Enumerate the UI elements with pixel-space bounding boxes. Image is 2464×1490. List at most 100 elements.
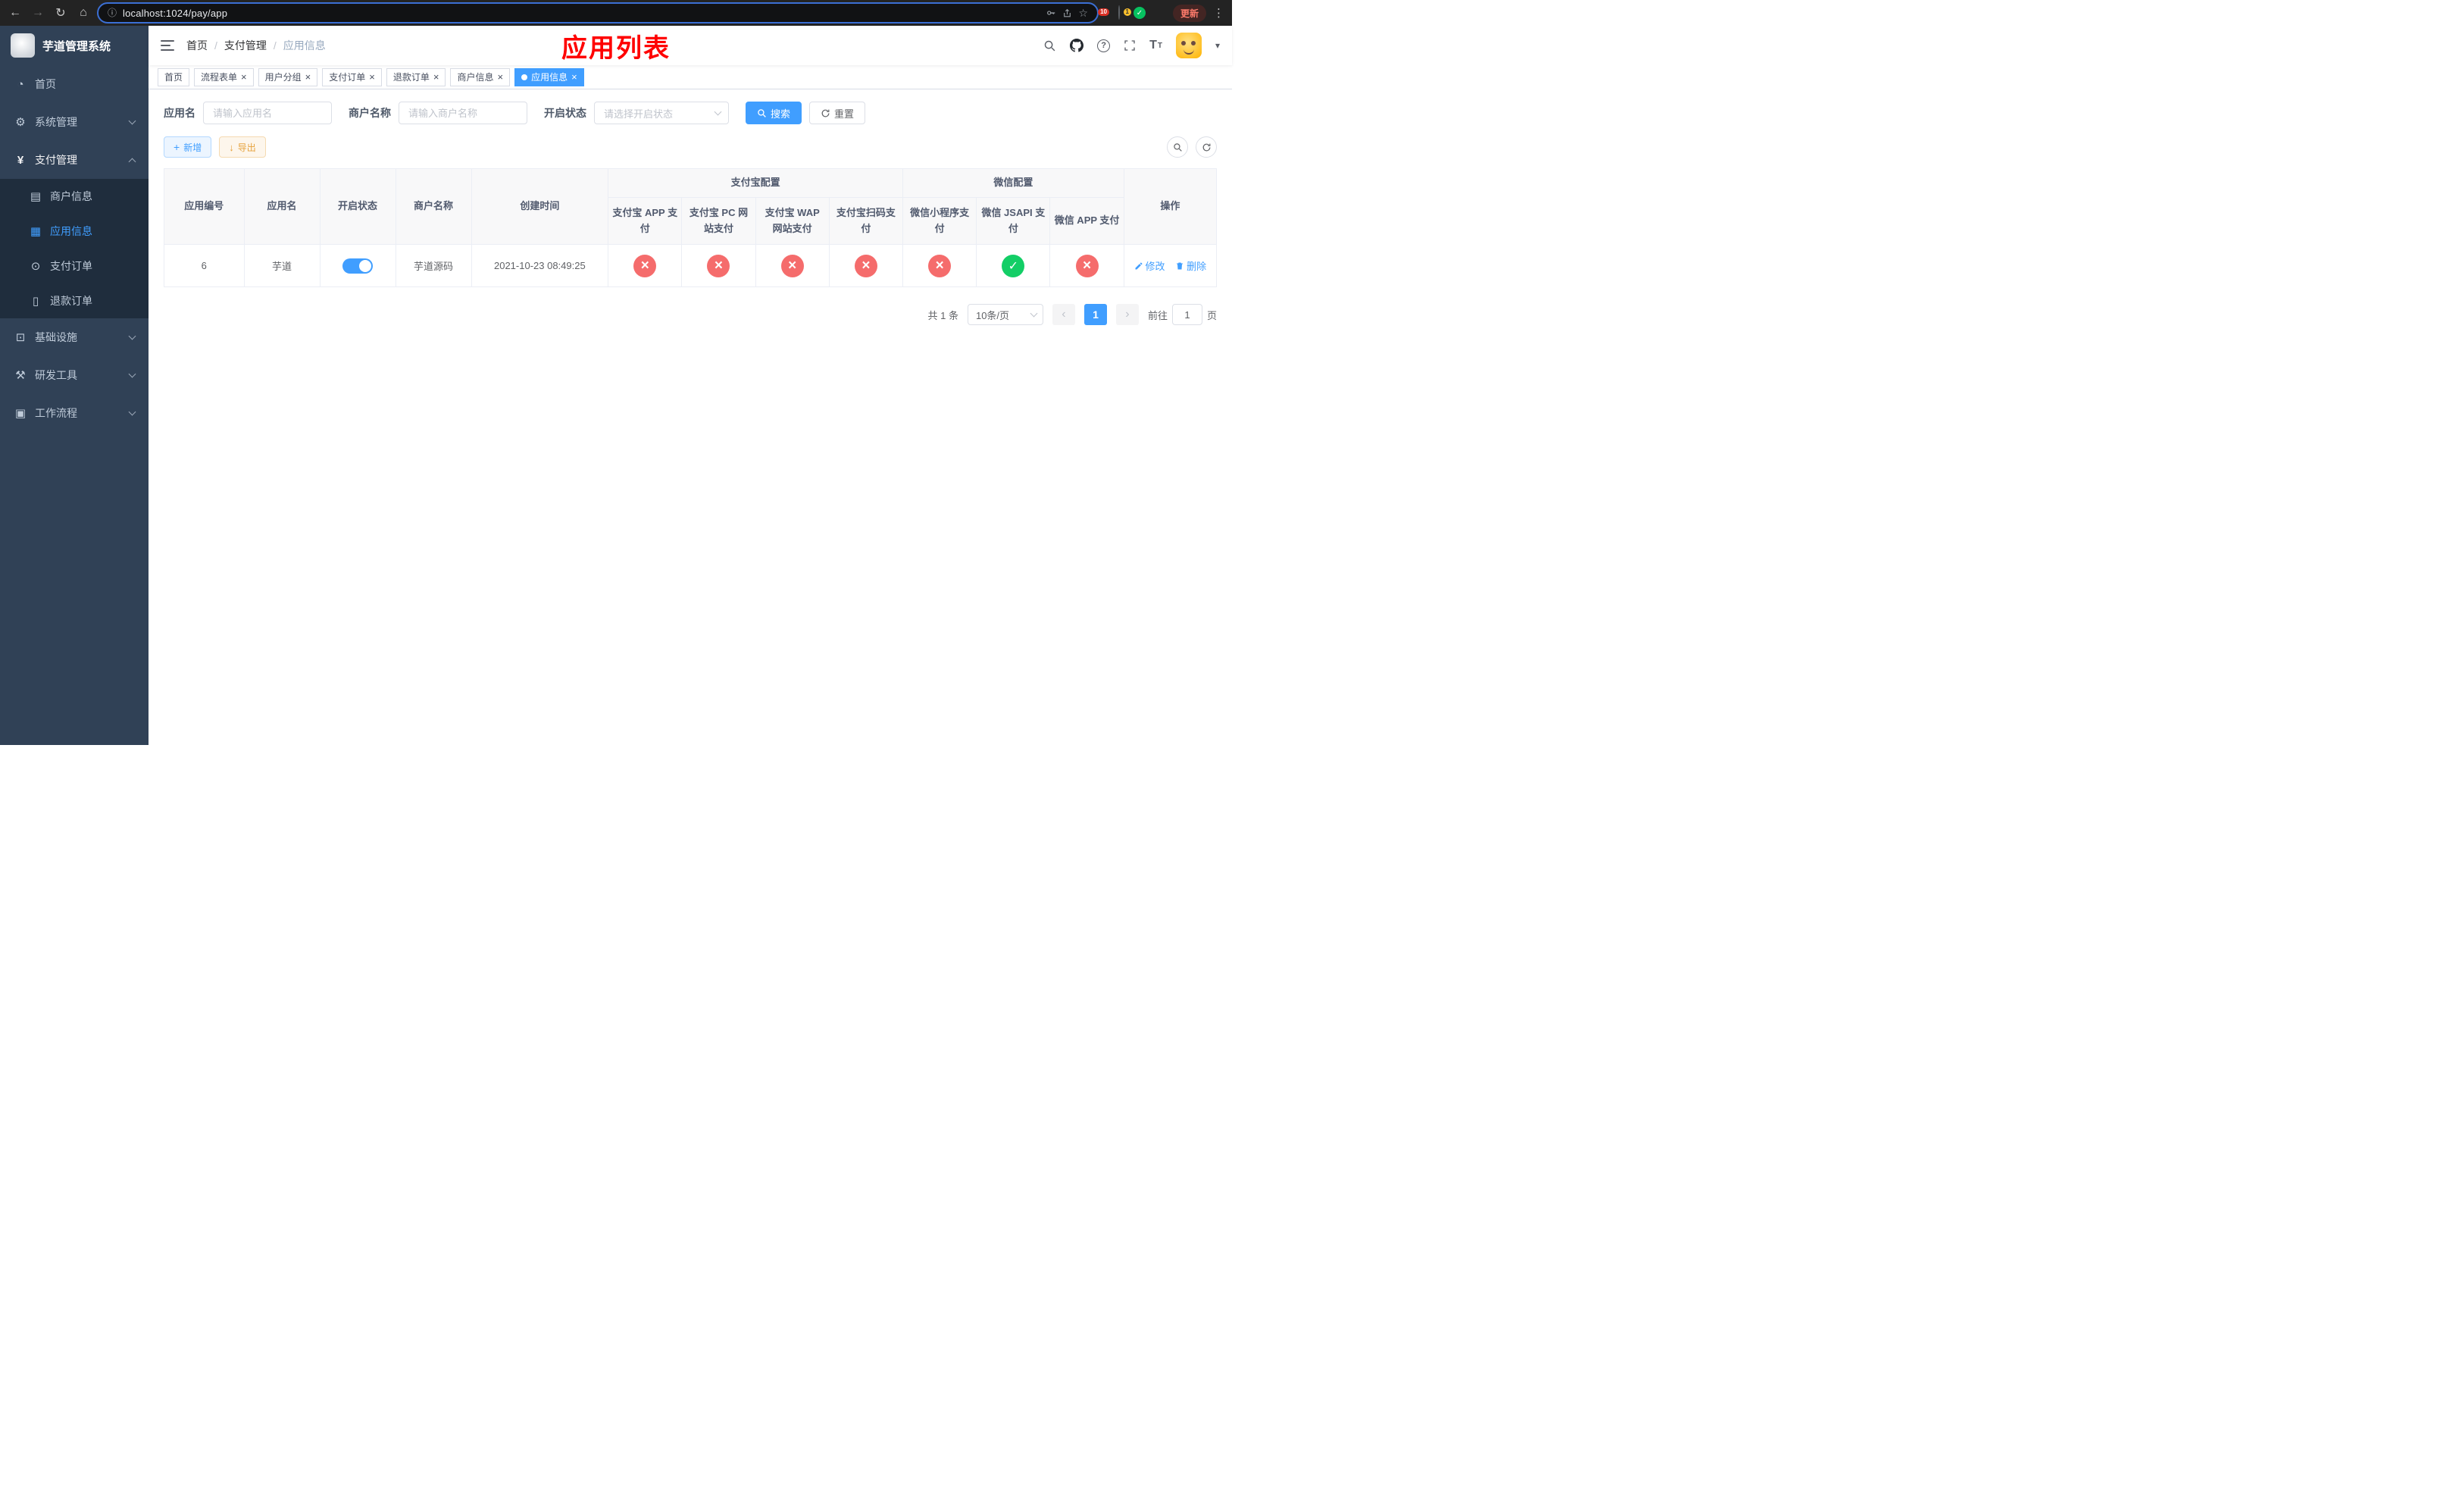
next-page-icon[interactable] bbox=[1115, 304, 1139, 325]
tab-merchant-info[interactable]: 商户信息 bbox=[450, 67, 511, 86]
sidebar-item-system[interactable]: 系统管理 bbox=[0, 103, 149, 141]
sidebar-item-label: 研发工具 bbox=[35, 369, 77, 381]
devtools-icon bbox=[14, 368, 27, 382]
alipay-pc-status-icon bbox=[707, 254, 730, 277]
close-icon[interactable] bbox=[571, 72, 577, 83]
tab-process-form[interactable]: 流程表单 bbox=[194, 67, 254, 86]
extension-check-icon[interactable] bbox=[1133, 7, 1146, 19]
tab-label: 流程表单 bbox=[201, 72, 238, 83]
tab-app-info[interactable]: 应用信息 bbox=[514, 67, 584, 86]
help-icon[interactable] bbox=[1097, 39, 1111, 52]
forward-icon[interactable] bbox=[30, 6, 45, 20]
close-icon[interactable] bbox=[241, 72, 247, 83]
sidebar-item-workflow[interactable]: 工作流程 bbox=[0, 394, 149, 432]
sidebar-item-label: 商户信息 bbox=[50, 190, 92, 202]
delete-button[interactable]: 删除 bbox=[1175, 258, 1206, 273]
search-button[interactable]: 搜索 bbox=[746, 102, 802, 124]
github-icon[interactable] bbox=[1070, 39, 1084, 52]
close-icon[interactable] bbox=[369, 72, 375, 83]
toggle-search-button[interactable] bbox=[1167, 136, 1188, 158]
chevron-down-icon bbox=[714, 108, 722, 116]
sidebar-subitem-app-info[interactable]: 应用信息 bbox=[0, 214, 149, 249]
status-select[interactable]: 请选择开启状态 bbox=[594, 102, 729, 124]
merchant-name-input[interactable] bbox=[399, 102, 527, 124]
avatar-caret-icon[interactable] bbox=[1215, 39, 1220, 52]
app-grid-icon bbox=[29, 224, 42, 238]
page-number[interactable]: 1 bbox=[1083, 304, 1107, 325]
star-icon[interactable] bbox=[1078, 7, 1088, 20]
browser-chrome: localhost:1024/pay/app 10 1 bbox=[0, 0, 1232, 26]
back-icon[interactable] bbox=[8, 6, 23, 20]
prev-page-icon[interactable] bbox=[1052, 304, 1075, 325]
page-size-select[interactable]: 10条/页 bbox=[967, 304, 1043, 325]
add-button[interactable]: 新增 bbox=[164, 136, 212, 158]
breadcrumb-current: 应用信息 bbox=[267, 38, 326, 53]
refresh-table-button[interactable] bbox=[1196, 136, 1217, 158]
table-toolbar: 新增 导出 bbox=[164, 136, 1217, 158]
tab-user-group[interactable]: 用户分组 bbox=[258, 67, 318, 86]
browser-update-button[interactable]: 更新 bbox=[1172, 4, 1206, 22]
close-icon[interactable] bbox=[305, 72, 311, 83]
refresh-icon bbox=[821, 109, 830, 117]
breadcrumb-payment[interactable]: 支付管理 bbox=[208, 38, 267, 53]
col-wechat-app: 微信 APP 支付 bbox=[1049, 197, 1124, 245]
sidebar-item-label: 系统管理 bbox=[35, 116, 77, 128]
sidebar-subitem-pay-order[interactable]: 支付订单 bbox=[0, 249, 149, 283]
goto-label: 前往 bbox=[1147, 309, 1168, 321]
tab-refund-order[interactable]: 退款订单 bbox=[386, 67, 446, 86]
home-icon[interactable] bbox=[76, 6, 91, 20]
top-navbar: 首页 支付管理 应用信息 bbox=[149, 26, 1232, 65]
chevron-down-icon bbox=[128, 408, 136, 416]
sidebar-subitem-merchant-info[interactable]: 商户信息 bbox=[0, 179, 149, 214]
avatar[interactable] bbox=[1175, 33, 1202, 58]
wechat-app-status-icon bbox=[1075, 254, 1099, 277]
browser-menu-icon[interactable] bbox=[1213, 6, 1224, 20]
col-alipay-wap: 支付宝 WAP 网站支付 bbox=[755, 197, 830, 245]
status-label: 开启状态 bbox=[544, 107, 586, 119]
tab-pay-order[interactable]: 支付订单 bbox=[322, 67, 382, 86]
search-icon[interactable] bbox=[1043, 39, 1056, 52]
export-button[interactable]: 导出 bbox=[219, 136, 266, 158]
address-bar[interactable]: localhost:1024/pay/app bbox=[97, 2, 1099, 23]
edit-button[interactable]: 修改 bbox=[1134, 258, 1165, 273]
reset-button[interactable]: 重置 bbox=[809, 102, 866, 124]
hamburger-icon[interactable] bbox=[161, 40, 174, 51]
tab-home[interactable]: 首页 bbox=[158, 67, 190, 86]
sidebar-item-payment[interactable]: 支付管理 bbox=[0, 141, 149, 179]
extension-badge: 1 bbox=[1123, 8, 1131, 16]
chevron-down-icon bbox=[128, 370, 136, 378]
sidebar-item-label: 应用信息 bbox=[50, 225, 92, 237]
fullscreen-icon[interactable] bbox=[1124, 39, 1136, 52]
sidebar-item-devtools[interactable]: 研发工具 bbox=[0, 356, 149, 394]
status-toggle[interactable] bbox=[342, 258, 374, 274]
search-button-label: 搜索 bbox=[771, 108, 791, 120]
share-icon[interactable] bbox=[1062, 8, 1072, 18]
refresh-icon bbox=[1202, 143, 1210, 151]
filter-form: 应用名 商户名称 开启状态 请选择开启状态 bbox=[164, 102, 1217, 124]
search-icon bbox=[1173, 142, 1182, 152]
tab-label: 应用信息 bbox=[531, 72, 568, 83]
col-app-name: 应用名 bbox=[243, 168, 321, 245]
sidebar-subitem-refund-order[interactable]: 退款订单 bbox=[0, 283, 149, 318]
gear-icon bbox=[14, 115, 27, 129]
sidebar-item-home[interactable]: 首页 bbox=[0, 65, 149, 103]
annotation-title: 应用列表 bbox=[561, 34, 671, 63]
sidebar-item-label: 基础设施 bbox=[35, 331, 77, 343]
page-info-icon[interactable] bbox=[108, 6, 117, 20]
key-icon[interactable] bbox=[1046, 8, 1056, 18]
app-name-input[interactable] bbox=[203, 102, 332, 124]
cell-created: 2021-10-23 08:49:25 bbox=[471, 244, 609, 287]
reload-icon[interactable] bbox=[53, 5, 68, 20]
delete-button-label: 删除 bbox=[1187, 261, 1207, 272]
cell-merchant: 芋道源码 bbox=[395, 244, 472, 287]
font-size-icon[interactable] bbox=[1149, 39, 1162, 52]
extension-dark-icon[interactable] bbox=[1118, 5, 1120, 20]
col-alipay-pc: 支付宝 PC 网站支付 bbox=[681, 197, 756, 245]
goto-page-input[interactable] bbox=[1171, 304, 1202, 325]
close-icon[interactable] bbox=[433, 72, 439, 83]
breadcrumb-home[interactable]: 首页 bbox=[186, 38, 208, 53]
sidebar-item-label: 退款订单 bbox=[50, 295, 92, 307]
wechat-jsapi-status-icon bbox=[1002, 254, 1025, 277]
sidebar-item-infra[interactable]: 基础设施 bbox=[0, 318, 149, 356]
close-icon[interactable] bbox=[497, 72, 503, 83]
